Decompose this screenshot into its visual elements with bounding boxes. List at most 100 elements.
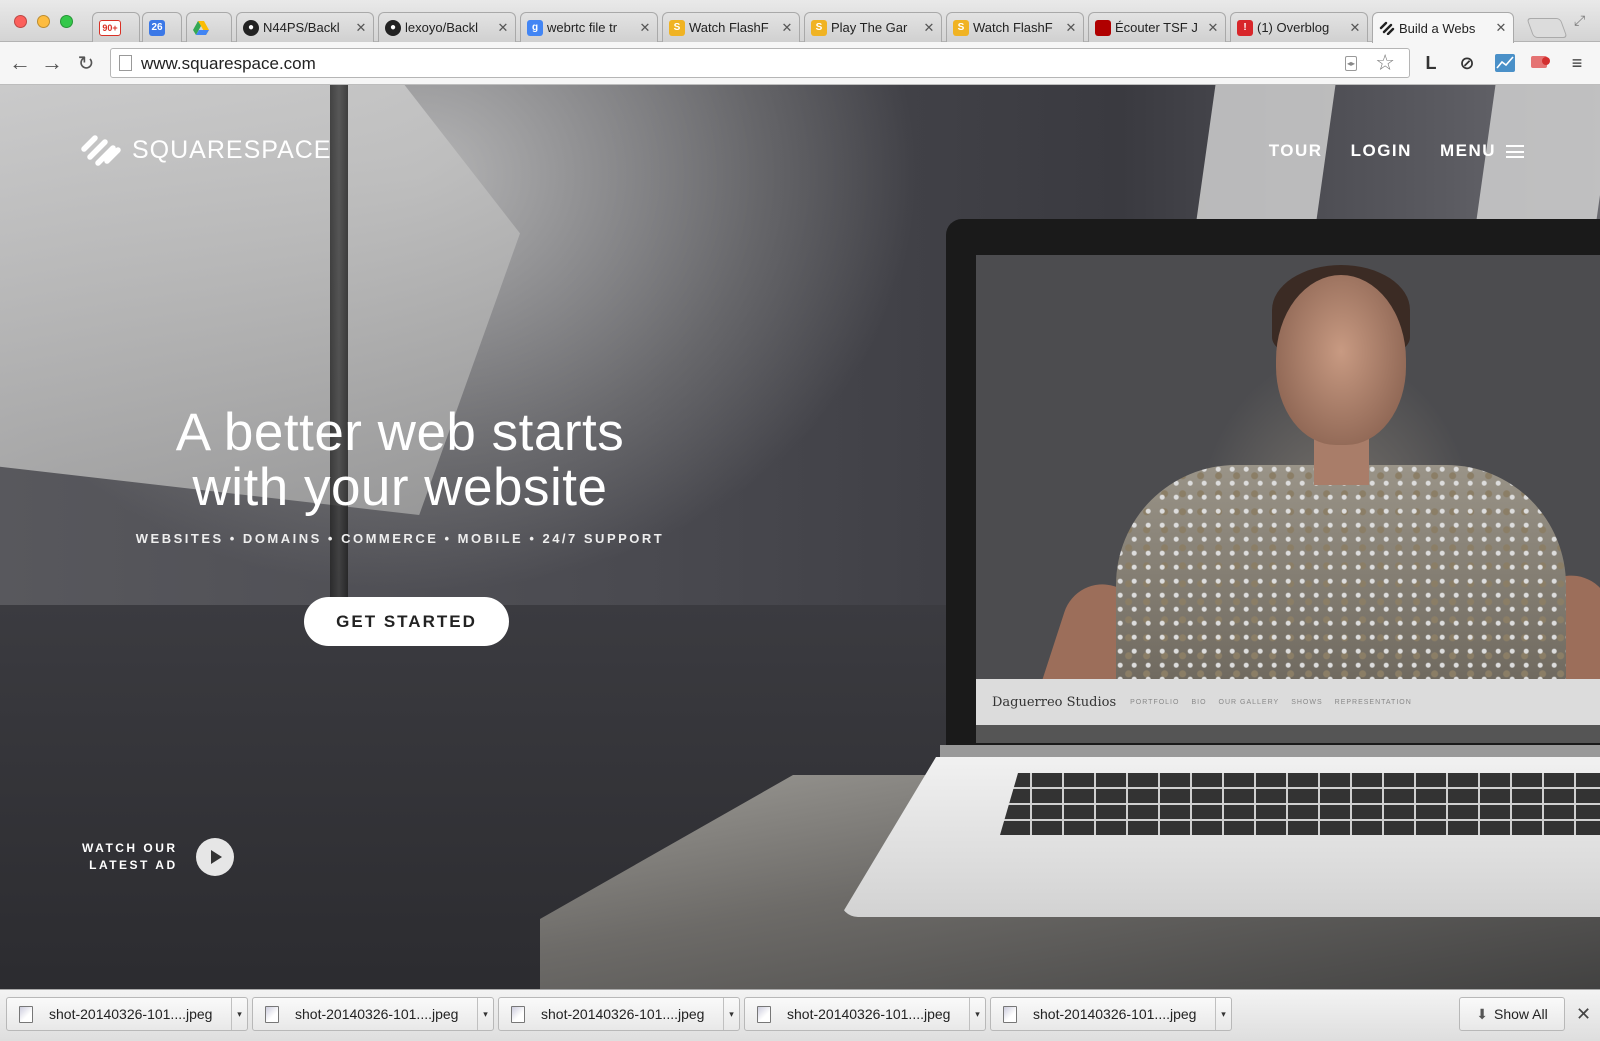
close-tab-icon[interactable]: ✕ [1495, 20, 1507, 36]
squarespace-logo-icon [81, 135, 121, 166]
sync-extension-icon[interactable]: ⊘ [1456, 52, 1478, 74]
address-bar[interactable]: www.squarespace.com ◂▸ ☆ [110, 48, 1410, 78]
tab-webrtc-search[interactable]: g webrtc file tr ✕ [520, 12, 658, 42]
watch-ad-link[interactable]: WATCH OUR LATEST AD [82, 838, 234, 876]
download-options-arrow-icon[interactable]: ▾ [477, 998, 493, 1030]
watch-ad-label: WATCH OUR LATEST AD [82, 840, 178, 874]
logo-text: SQUARESPACE [132, 135, 332, 164]
overblog-icon: ! [1237, 19, 1253, 36]
laptop-site-link: OUR GALLERY [1218, 698, 1280, 706]
forward-arrow-icon[interactable]: → [40, 50, 64, 75]
download-shelf: shot-20140326-101....jpeg ▾ shot-2014032… [0, 989, 1600, 1041]
download-item[interactable]: shot-20140326-101....jpeg ▾ [498, 997, 740, 1031]
fullscreen-icon[interactable]: ⤢ [1574, 12, 1585, 29]
close-tab-icon[interactable]: ✕ [639, 20, 651, 36]
image-file-icon [19, 1005, 33, 1023]
tab-strip: 90+ 26 ● N44PS/Backl ✕ ● lexoyo/Backl ✕ … [0, 0, 1600, 43]
drive-icon [193, 20, 209, 36]
download-options-arrow-icon[interactable]: ▾ [969, 998, 985, 1030]
calendar-icon: 26 [149, 19, 165, 36]
laptop-site-brand: Daguerreo Studios [992, 694, 1117, 710]
chrome-menu-icon[interactable]: ≡ [1566, 52, 1588, 74]
close-tab-icon[interactable]: ✕ [497, 20, 509, 36]
hero-headline-line-1: A better web starts [175, 403, 625, 462]
download-item[interactable]: shot-20140326-101....jpeg ▾ [252, 997, 494, 1031]
close-tab-icon[interactable]: ✕ [781, 20, 793, 36]
download-item[interactable]: shot-20140326-101....jpeg ▾ [6, 997, 248, 1031]
laptop-keyboard [1000, 773, 1600, 835]
close-tab-icon[interactable]: ✕ [923, 20, 935, 36]
watch-ad-line-1: WATCH OUR [82, 841, 178, 855]
close-tab-icon[interactable]: ✕ [1207, 20, 1219, 36]
back-arrow-icon[interactable]: ← [8, 50, 32, 75]
watch-flash-icon: S [669, 19, 685, 36]
zoom-window-button[interactable] [60, 15, 73, 28]
close-window-button[interactable] [14, 15, 27, 28]
show-all-label: Show All [1494, 1006, 1548, 1022]
image-file-icon [1003, 1005, 1017, 1023]
chart-extension-icon[interactable] [1494, 52, 1516, 74]
hero-headline: A better web starts with your website [100, 405, 700, 515]
tab-label: webrtc file tr [547, 20, 618, 35]
browser-toolbar: ← → ↻ www.squarespace.com ◂▸ ☆ L ⊘ ≡ [0, 42, 1600, 85]
hamburger-icon [1506, 144, 1524, 158]
close-shelf-icon[interactable]: ✕ [1576, 1004, 1591, 1025]
google-search-icon: g [527, 19, 543, 36]
close-tab-icon[interactable]: ✕ [355, 20, 367, 36]
hero-subtitle: WEBSITES • DOMAINS • COMMERCE • MOBILE •… [135, 531, 665, 546]
lastpass-extension-icon[interactable]: L [1420, 52, 1442, 74]
download-arrow-icon: ⬇ [1476, 1005, 1489, 1022]
tab-gmail[interactable]: 90+ [92, 12, 140, 42]
show-all-downloads-button[interactable]: ⬇ Show All [1459, 997, 1565, 1031]
download-filename: shot-20140326-101....jpeg [541, 1006, 705, 1022]
tab-play-the-game[interactable]: S Play The Gar ✕ [804, 12, 942, 42]
tab-drive[interactable] [186, 12, 232, 42]
gmail-icon: 90+ [99, 19, 121, 36]
laptop-screen: Daguerreo Studios PORTFOLIO BIO OUR GALL… [976, 255, 1600, 743]
download-item[interactable]: shot-20140326-101....jpeg ▾ [744, 997, 986, 1031]
tab-label: N44PS/Backl [263, 20, 340, 35]
tsf-jazz-icon [1095, 19, 1111, 36]
download-options-arrow-icon[interactable]: ▾ [723, 998, 739, 1030]
site-nav: TOUR LOGIN MENU [1269, 141, 1524, 161]
laptop-site-link: REPRESENTATION [1334, 698, 1412, 706]
tab-label: Play The Gar [831, 20, 908, 35]
model-face [1276, 275, 1406, 445]
nav-menu-label: MENU [1439, 141, 1496, 160]
tab-squarespace[interactable]: Build a Webs ✕ [1372, 12, 1514, 43]
reload-icon[interactable]: ↻ [74, 51, 98, 75]
laptop-site-link: PORTFOLIO [1130, 698, 1180, 706]
tab-overblog[interactable]: ! (1) Overblog ✕ [1230, 12, 1368, 42]
squarespace-logo[interactable]: SQUARESPACE [80, 133, 331, 167]
download-options-arrow-icon[interactable]: ▾ [1215, 998, 1231, 1030]
page-viewport: SQUARESPACE TOUR LOGIN MENU A better web… [0, 85, 1600, 989]
play-icon[interactable] [195, 838, 234, 876]
screencast-extension-icon[interactable] [1530, 52, 1552, 74]
download-item[interactable]: shot-20140326-101....jpeg ▾ [990, 997, 1232, 1031]
url-text[interactable]: www.squarespace.com [141, 54, 316, 74]
close-tab-icon[interactable]: ✕ [1349, 20, 1361, 36]
tab-github-lexoyo[interactable]: ● lexoyo/Backl ✕ [378, 12, 516, 42]
bookmark-star-icon[interactable]: ☆ [1375, 50, 1395, 76]
tab-label: (1) Overblog [1257, 20, 1330, 35]
page-action-icon[interactable]: ◂▸ [1345, 56, 1357, 71]
nav-login-link[interactable]: LOGIN [1351, 141, 1412, 161]
laptop-site-link: BIO [1191, 698, 1207, 706]
tab-watch-flash-1[interactable]: S Watch FlashF ✕ [662, 12, 800, 42]
nav-menu-button[interactable]: MENU [1440, 141, 1524, 161]
tab-calendar[interactable]: 26 [142, 12, 182, 42]
tab-watch-flash-2[interactable]: S Watch FlashF ✕ [946, 12, 1084, 42]
tab-label: lexoyo/Backl [405, 20, 478, 35]
new-tab-button[interactable] [1526, 18, 1568, 38]
squarespace-icon [1379, 20, 1395, 36]
watch-ad-line-2: LATEST AD [89, 858, 178, 872]
tab-github-n44ps[interactable]: ● N44PS/Backl ✕ [236, 12, 374, 42]
watch-flash-icon: S [953, 19, 969, 36]
nav-tour-link[interactable]: TOUR [1269, 141, 1323, 161]
download-options-arrow-icon[interactable]: ▾ [231, 998, 247, 1030]
get-started-button[interactable]: GET STARTED [304, 597, 509, 646]
download-filename: shot-20140326-101....jpeg [49, 1006, 213, 1022]
close-tab-icon[interactable]: ✕ [1065, 20, 1077, 36]
tab-tsf-jazz[interactable]: Écouter TSF J ✕ [1088, 12, 1226, 42]
minimize-window-button[interactable] [37, 15, 50, 28]
